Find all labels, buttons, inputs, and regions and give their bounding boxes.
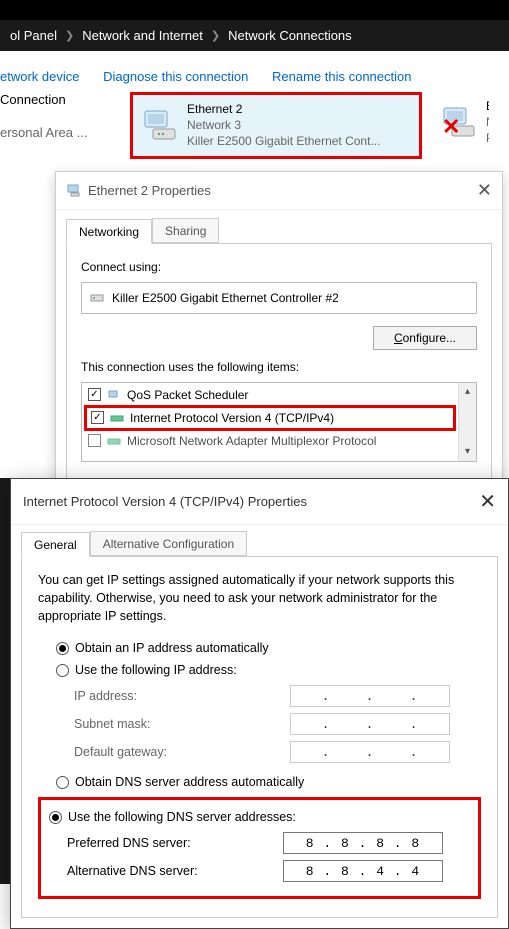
protocol-icon [107,388,121,402]
adapter-device-fragment[interactable]: ersonal Area ... [0,125,120,140]
close-button[interactable]: ✕ [479,489,496,514]
disabled-x-icon: ✕ [442,114,460,140]
list-item-multiplexor[interactable]: Microsoft Network Adapter Multiplexor Pr… [84,431,456,451]
alternative-dns-label: Alternative DNS server: [67,864,267,878]
protocol-icon [110,411,124,425]
list-item-ipv4[interactable]: ✓ Internet Protocol Version 4 (TCP/IPv4) [84,405,456,431]
radio-ip-auto[interactable]: Obtain an IP address automatically [56,641,481,655]
adapter-network: Network 3 [187,117,411,133]
adapter-name-fragment: E [486,98,489,114]
item-label: QoS Packet Scheduler [127,388,248,402]
description-text: You can get IP settings assigned automat… [38,571,481,625]
dns-highlight-box: Use the following DNS server addresses: … [38,797,481,899]
adapter-text: Ethernet 2 Network 3 Killer E2500 Gigabi… [187,101,411,150]
tab-alt-config[interactable]: Alternative Configuration [90,531,247,556]
protocol-icon [107,434,121,448]
list-item-qos[interactable]: ✓ QoS Packet Scheduler [84,385,456,405]
ipv4-properties-dialog: Internet Protocol Version 4 (TCP/IPv4) P… [10,478,509,929]
subnet-mask-label: Subnet mask: [74,717,274,731]
ip-address-input: . . . [290,685,450,707]
network-adapter-icon: ✕ [440,104,480,140]
titlebar-top [0,0,509,20]
chevron-right-icon: ❯ [211,29,220,42]
configure-button[interactable]: CConfigure...onfigure... [373,326,477,350]
checkbox-unchecked-icon[interactable] [88,434,101,447]
preferred-dns-label: Preferred DNS server: [67,836,267,850]
item-label: Internet Protocol Version 4 (TCP/IPv4) [130,411,334,425]
dialog-title-text: Ethernet 2 Properties [88,183,211,198]
radio-dns-auto[interactable]: Obtain DNS server address automatically [56,775,481,789]
tab-sharing[interactable]: Sharing [152,218,219,243]
ip-address-label: IP address: [74,689,274,703]
radio-dns-manual[interactable]: Use the following DNS server addresses: [49,810,472,824]
network-icon [66,182,82,198]
nic-name: Killer E2500 Gigabit Ethernet Controller… [112,291,339,305]
action-rename[interactable]: Rename this connection [272,69,411,84]
checkbox-checked-icon[interactable]: ✓ [91,411,104,424]
action-bar: etwork device Diagnose this connection R… [0,61,509,92]
breadcrumb-item[interactable]: Network and Internet [82,28,203,43]
tab-networking[interactable]: Networking [66,219,152,244]
radio-unselected-icon[interactable] [56,664,69,677]
adapter-left-fragment: Connection ersonal Area ... [0,92,120,140]
dialog-title-text: Internet Protocol Version 4 (TCP/IPv4) P… [23,494,307,509]
adapter-network-fragment: N [486,114,489,130]
ethernet-properties-dialog: Ethernet 2 Properties ✕ Networking Shari… [55,171,503,490]
preferred-dns-input[interactable]: 8 . 8 . 8 . 8 [283,832,443,854]
items-list: ✓ QoS Packet Scheduler ✓ Internet Protoc… [82,383,458,461]
tab-content: You can get IP settings assigned automat… [21,556,498,918]
radio-label: Use the following DNS server addresses: [68,810,296,824]
nic-icon [90,291,104,305]
adapter-ethernet2[interactable]: Ethernet 2 Network 3 Killer E2500 Gigabi… [130,92,422,159]
connect-using-label: Connect using: [81,260,477,274]
radio-label: Obtain an IP address automatically [75,641,269,655]
alternative-dns-input[interactable]: 8 . 8 . 4 . 4 [283,860,443,882]
close-button[interactable]: ✕ [477,180,492,201]
scrollbar[interactable]: ▴ ▾ [458,383,476,461]
adapter-device-fragment: P [486,130,489,146]
subnet-mask-input: . . . [290,713,450,735]
adapter-disabled-fragment[interactable]: ✕ E N P [432,92,497,153]
action-diagnose[interactable]: Diagnose this connection [103,69,248,84]
tabstrip: General Alternative Configuration [11,525,508,556]
scroll-down-icon[interactable]: ▾ [459,443,476,461]
items-label: This connection uses the following items… [81,360,477,374]
nic-box: Killer E2500 Gigabit Ethernet Controller… [81,282,477,314]
tabstrip: Networking Sharing [56,210,502,243]
radio-ip-manual[interactable]: Use the following IP address: [56,663,481,677]
item-label: Microsoft Network Adapter Multiplexor Pr… [127,434,376,448]
adapter-device: Killer E2500 Gigabit Ethernet Cont... [187,133,411,149]
tab-content: Connect using: Killer E2500 Gigabit Ethe… [66,243,492,479]
scroll-up-icon[interactable]: ▴ [459,383,476,401]
radio-label: Obtain DNS server address automatically [75,775,304,789]
radio-label: Use the following IP address: [75,663,237,677]
spacer [0,51,509,61]
breadcrumb-item[interactable]: ol Panel [10,28,57,43]
tab-general[interactable]: General [21,532,90,557]
breadcrumb: ol Panel ❯ Network and Internet ❯ Networ… [0,20,509,51]
dialog-titlebar[interactable]: Ethernet 2 Properties ✕ [56,172,502,210]
radio-selected-icon[interactable] [56,642,69,655]
adapter-name-fragment[interactable]: Connection [0,92,120,107]
default-gateway-input: . . . [290,741,450,763]
default-gateway-label: Default gateway: [74,745,274,759]
adapter-name: Ethernet 2 [187,101,411,117]
radio-selected-icon[interactable] [49,811,62,824]
checkbox-checked-icon[interactable]: ✓ [88,388,101,401]
breadcrumb-item[interactable]: Network Connections [228,28,352,43]
ip-fields: IP address: . . . Subnet mask: . . . Def… [74,685,481,763]
adapter-text: E N P [486,98,489,147]
adapter-row: Connection ersonal Area ... Ethernet 2 N… [0,92,509,165]
dialog-titlebar[interactable]: Internet Protocol Version 4 (TCP/IPv4) P… [11,479,508,525]
radio-unselected-icon[interactable] [56,776,69,789]
action-disable[interactable]: etwork device [0,69,79,84]
network-adapter-icon [141,107,181,143]
items-listbox[interactable]: ✓ QoS Packet Scheduler ✓ Internet Protoc… [81,382,477,462]
chevron-right-icon: ❯ [65,29,74,42]
